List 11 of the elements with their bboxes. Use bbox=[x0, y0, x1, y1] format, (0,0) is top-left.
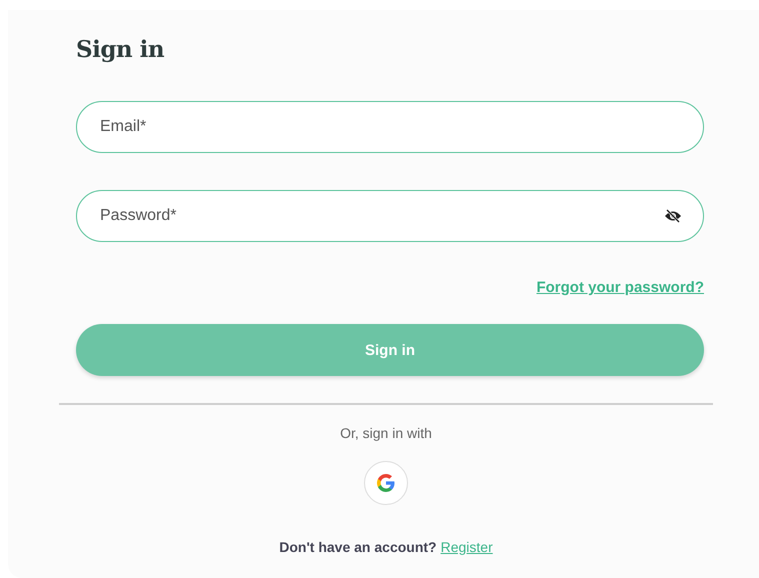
google-g-icon bbox=[376, 473, 396, 493]
alt-signin-label: Or, sign in with bbox=[340, 425, 432, 441]
password-field[interactable]: Password* bbox=[76, 190, 704, 242]
forgot-password-link[interactable]: Forgot your password? bbox=[536, 279, 704, 296]
register-link[interactable]: Register bbox=[440, 539, 493, 555]
sign-in-button[interactable]: Sign in bbox=[76, 324, 704, 376]
hide-password-icon[interactable] bbox=[664, 209, 682, 223]
page-title: Sign in bbox=[76, 36, 166, 63]
email-field[interactable]: Email* bbox=[76, 101, 704, 153]
google-sign-in-button[interactable] bbox=[364, 461, 408, 505]
register-prompt: Don't have an account? bbox=[279, 539, 437, 555]
